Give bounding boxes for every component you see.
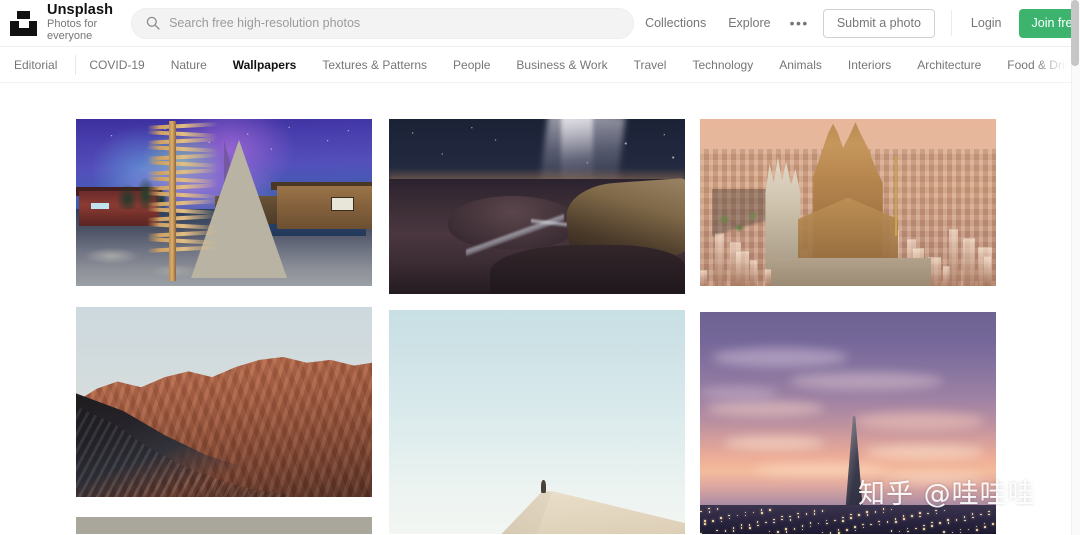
logo-tagline: Photos for everyone — [47, 18, 98, 43]
category-textures-patterns[interactable]: Textures & Patterns — [309, 47, 440, 82]
page-scrollbar-thumb[interactable] — [1071, 0, 1079, 66]
nav-collections[interactable]: Collections — [634, 0, 717, 47]
category-covid-19[interactable]: COVID-19 — [76, 47, 157, 82]
category-wallpapers[interactable]: Wallpapers — [220, 47, 310, 82]
search-input[interactable] — [169, 16, 620, 30]
login-link[interactable]: Login — [960, 0, 1013, 47]
category-editorial[interactable]: Editorial — [10, 47, 75, 82]
page-scrollbar-track[interactable] — [1071, 0, 1080, 535]
header-divider — [950, 10, 952, 36]
category-architecture[interactable]: Architecture — [904, 47, 994, 82]
category-animals[interactable]: Animals — [766, 47, 835, 82]
search-bar[interactable] — [131, 7, 635, 39]
category-people[interactable]: People — [440, 47, 503, 82]
site-header: Unsplash Photos for everyone Collections… — [0, 0, 1080, 47]
unsplash-logo[interactable]: Unsplash Photos for everyone — [10, 0, 127, 46]
search-container — [131, 7, 635, 39]
photo-card-sand-dune[interactable] — [389, 310, 685, 534]
category-nature[interactable]: Nature — [158, 47, 220, 82]
category-technology[interactable]: Technology — [679, 47, 766, 82]
unsplash-camera-icon — [10, 10, 37, 37]
category-nav: Editorial COVID-19 Nature Wallpapers Textur… — [0, 47, 1080, 83]
more-menu-icon[interactable]: ••• — [782, 0, 821, 47]
submit-photo-button[interactable]: Submit a photo — [822, 8, 935, 38]
photo-card-aurora-teepee[interactable] — [76, 119, 372, 286]
category-business-work[interactable]: Business & Work — [503, 47, 620, 82]
category-list: COVID-19 Nature Wallpapers Textures & Patte… — [76, 47, 1080, 82]
category-interiors[interactable]: Interiors — [835, 47, 904, 82]
nav-explore[interactable]: Explore — [717, 0, 781, 47]
photo-card-sagrada-familia[interactable] — [700, 119, 996, 286]
search-icon — [146, 16, 160, 30]
photo-card-canyon-milkyway[interactable] — [389, 119, 685, 294]
photo-card-red-mountain[interactable] — [76, 307, 372, 497]
category-travel[interactable]: Travel — [621, 47, 680, 82]
photo-card-the-shard[interactable] — [700, 312, 996, 534]
logo-title: Unsplash — [47, 1, 114, 18]
header-nav: Collections Explore ••• Submit a photo L… — [634, 0, 1080, 46]
photo-card-hazy-treeline[interactable] — [76, 517, 372, 534]
category-food-drink[interactable]: Food & Drink — [994, 47, 1080, 82]
photo-grid — [0, 83, 1080, 534]
